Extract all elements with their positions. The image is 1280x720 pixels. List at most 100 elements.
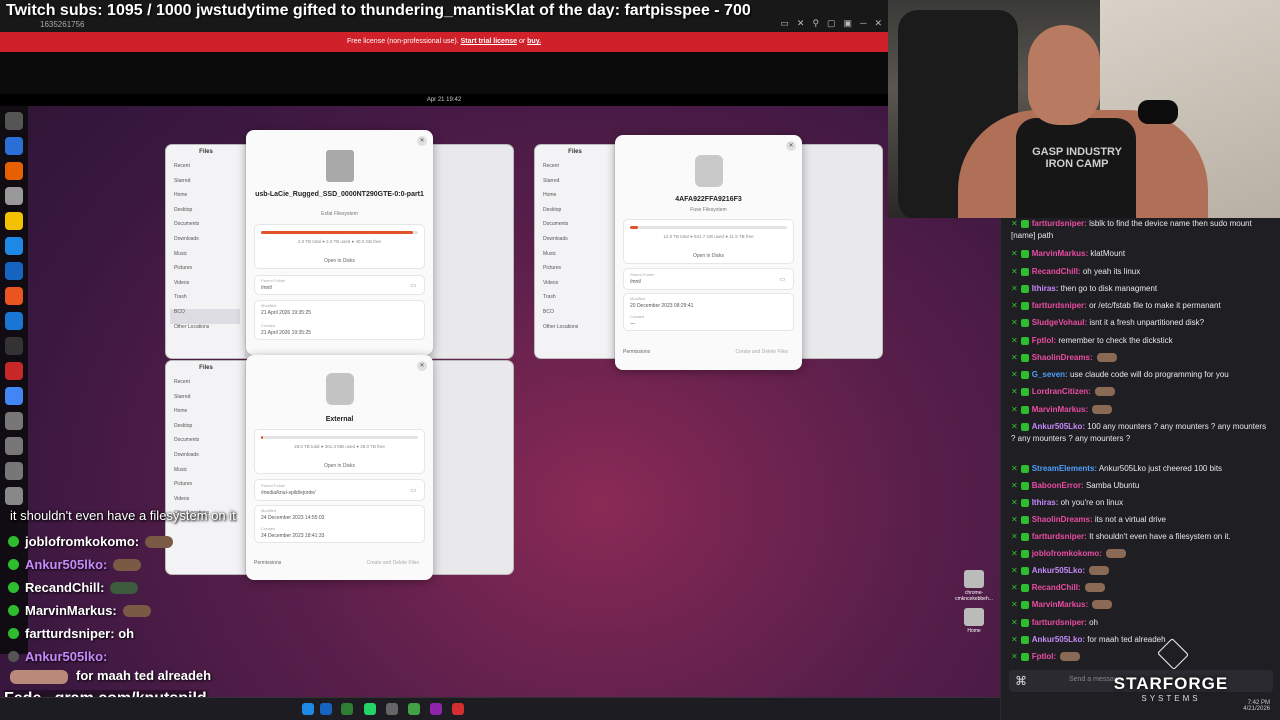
sidebar-item[interactable]: Downloads bbox=[543, 236, 578, 251]
sidebar-item[interactable]: Recent bbox=[543, 163, 578, 178]
permissions-row[interactable]: Permissions Create and Delete Files bbox=[254, 560, 425, 566]
window-icon[interactable]: ▣ bbox=[844, 18, 853, 29]
app-center-icon[interactable] bbox=[5, 287, 23, 305]
pin-icon[interactable]: ⚲ bbox=[812, 18, 819, 29]
moderator-icon[interactable]: ✕ bbox=[1011, 249, 1018, 258]
drive-icon[interactable] bbox=[5, 462, 23, 480]
sidebar-item[interactable]: Music bbox=[174, 251, 240, 266]
sidebar-item[interactable]: Starred bbox=[174, 178, 240, 193]
moderator-icon[interactable]: ✕ bbox=[1011, 267, 1018, 276]
moderator-icon[interactable]: ✕ bbox=[1011, 284, 1018, 293]
sidebar-item[interactable]: Recent bbox=[174, 163, 240, 178]
chat-username[interactable]: MarvinMarkus: bbox=[1032, 600, 1088, 609]
moderator-icon[interactable]: ✕ bbox=[1011, 387, 1018, 396]
gnome-top-bar-clock[interactable]: Apr 21 19:42 bbox=[0, 94, 888, 106]
moderator-icon[interactable]: ✕ bbox=[1011, 498, 1018, 507]
permissions-row[interactable]: Permissions Create and Delete Files bbox=[623, 349, 794, 355]
sidebar-item[interactable]: Desktop bbox=[543, 207, 578, 222]
whatsapp-icon[interactable] bbox=[341, 703, 353, 715]
parent-folder-card[interactable]: Parent Folder /mnt/ ▭ bbox=[254, 275, 425, 295]
system-tray[interactable]: 7:42 PM 4/21/2026 bbox=[1190, 700, 1270, 712]
sidebar-item[interactable]: Downloads bbox=[174, 236, 240, 251]
moderator-icon[interactable]: ✕ bbox=[1011, 532, 1018, 541]
chat-username[interactable]: RecandChill: bbox=[1032, 583, 1081, 592]
chat-username[interactable]: MarvinMarkus: bbox=[1032, 249, 1088, 258]
software-icon[interactable] bbox=[5, 262, 23, 280]
tools-icon[interactable] bbox=[386, 703, 398, 715]
moderator-icon[interactable]: ✕ bbox=[1011, 566, 1018, 575]
sidebar-item[interactable]: Music bbox=[174, 467, 209, 482]
sidebar-item[interactable]: Pictures bbox=[174, 481, 209, 496]
moderator-icon[interactable]: ✕ bbox=[1011, 464, 1018, 473]
chat-username[interactable]: fartturdsniper: bbox=[1032, 301, 1087, 310]
sidebar-item[interactable]: Music bbox=[543, 251, 578, 266]
sidebar-item[interactable]: Videos bbox=[174, 280, 240, 295]
chat-username[interactable]: Ithiras: bbox=[1032, 284, 1059, 293]
help-icon[interactable] bbox=[5, 312, 23, 330]
desktop-shortcut[interactable]: Home bbox=[948, 608, 1000, 634]
sidebar-item[interactable]: Starred bbox=[174, 394, 209, 409]
chat-username[interactable]: fartturdsniper: bbox=[1032, 219, 1087, 228]
parent-folder-card[interactable]: Parent Folder /mnt/ ▭ bbox=[623, 268, 794, 290]
chat-username[interactable]: MarvinMarkus: bbox=[1032, 405, 1088, 414]
sidebar-item[interactable]: Recent bbox=[174, 379, 209, 394]
apps-icon[interactable] bbox=[5, 112, 23, 130]
chat-username[interactable]: fartturdsniper: bbox=[1032, 532, 1087, 541]
sidebar-item[interactable]: Documents bbox=[174, 437, 209, 452]
moderator-icon[interactable]: ✕ bbox=[1011, 515, 1018, 524]
tools-icon[interactable]: ✕ bbox=[797, 18, 805, 29]
sidebar-item[interactable]: Videos bbox=[543, 280, 578, 295]
chrome-icon[interactable] bbox=[5, 387, 23, 405]
chat-username[interactable]: G_seven: bbox=[1032, 370, 1068, 379]
folder-icon[interactable]: ▭ bbox=[779, 276, 785, 283]
moderator-icon[interactable]: ✕ bbox=[1011, 618, 1018, 627]
chat-username[interactable]: Fptlol: bbox=[1032, 652, 1056, 661]
sidebar-item[interactable]: Other Locations bbox=[174, 324, 240, 339]
moderator-icon[interactable]: ✕ bbox=[1011, 219, 1018, 228]
sidebar-item[interactable]: Home bbox=[543, 192, 578, 207]
drive-icon[interactable] bbox=[5, 437, 23, 455]
folder-icon[interactable]: ▭ bbox=[410, 487, 416, 494]
moderator-icon[interactable]: ✕ bbox=[1011, 370, 1018, 379]
app-icon[interactable] bbox=[452, 703, 464, 715]
sidebar-item[interactable]: Pictures bbox=[543, 265, 578, 280]
sidebar-item[interactable]: Trash bbox=[543, 294, 578, 309]
firefox-icon[interactable] bbox=[5, 162, 23, 180]
word-icon[interactable] bbox=[320, 703, 332, 715]
moderator-icon[interactable]: ✕ bbox=[1011, 336, 1018, 345]
settings-icon[interactable] bbox=[5, 337, 23, 355]
open-in-disks-link[interactable]: Open in Disks bbox=[255, 258, 424, 264]
chat-username[interactable]: RecandChill: bbox=[1032, 267, 1081, 276]
app-icon[interactable] bbox=[408, 703, 420, 715]
browser-icon[interactable] bbox=[5, 137, 23, 155]
sidebar-item[interactable]: BCO bbox=[543, 309, 578, 324]
moderator-icon[interactable]: ✕ bbox=[1011, 583, 1018, 592]
chat-username[interactable]: ShaolinDreams: bbox=[1032, 515, 1093, 524]
sidebar-item[interactable]: Documents bbox=[543, 221, 578, 236]
moderator-icon[interactable]: ✕ bbox=[1011, 422, 1018, 431]
chat-username[interactable]: ShaolinDreams: bbox=[1032, 353, 1093, 362]
sidebar-item[interactable]: Trash bbox=[174, 294, 240, 309]
chat-username[interactable]: StreamElements: bbox=[1032, 464, 1097, 473]
app-icon[interactable] bbox=[5, 362, 23, 380]
moderator-icon[interactable]: ✕ bbox=[1011, 405, 1018, 414]
edge-icon[interactable] bbox=[302, 703, 314, 715]
drive-icon[interactable] bbox=[5, 412, 23, 430]
window-icon[interactable]: ▭ bbox=[780, 18, 789, 29]
sidebar-item[interactable]: Other Locations bbox=[543, 324, 578, 339]
chat-username[interactable]: Ankur505Lko: bbox=[1032, 422, 1085, 431]
buy-link[interactable]: buy. bbox=[527, 38, 541, 45]
close-icon[interactable]: ✕ bbox=[874, 18, 882, 29]
files-icon[interactable] bbox=[5, 187, 23, 205]
chat-username[interactable]: joblofromkokomo: bbox=[1032, 549, 1102, 558]
chat-username[interactable]: Ankur505Lko: bbox=[1032, 566, 1085, 575]
moderator-icon[interactable]: ✕ bbox=[1011, 301, 1018, 310]
open-in-disks-link[interactable]: Open in Disks bbox=[255, 463, 424, 469]
sidebar-item[interactable]: Home bbox=[174, 192, 240, 207]
close-icon[interactable]: ✕ bbox=[417, 361, 427, 371]
moderator-icon[interactable]: ✕ bbox=[1011, 600, 1018, 609]
start-trial-link[interactable]: Start trial license bbox=[461, 38, 517, 45]
open-in-disks-link[interactable]: Open in Disks bbox=[624, 253, 793, 259]
folder-icon[interactable]: ▭ bbox=[410, 282, 416, 289]
moderator-icon[interactable]: ✕ bbox=[1011, 635, 1018, 644]
